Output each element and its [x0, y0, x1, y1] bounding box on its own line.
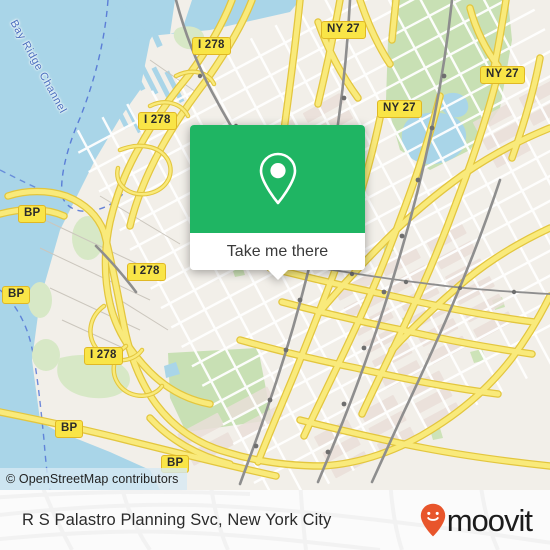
osm-attribution-text: © OpenStreetMap contributors	[6, 472, 179, 486]
highway-shield: BP	[18, 205, 47, 224]
take-me-there-label: Take me there	[226, 242, 329, 260]
popup-header	[190, 125, 365, 233]
popup-pointer-tail	[266, 269, 289, 280]
location-pin-icon	[259, 152, 296, 205]
place-title: R S Palastro Planning Svc, New York City	[22, 510, 332, 529]
highway-shield: I 278	[192, 37, 231, 56]
take-me-there-button[interactable]: Take me there	[190, 233, 365, 270]
highway-shield: BP	[2, 286, 31, 305]
place-popup-card[interactable]: Take me there	[190, 125, 365, 280]
footer-bar: R S Palastro Planning Svc, New York City…	[0, 490, 550, 550]
highway-shield: BP	[55, 420, 84, 439]
osm-attribution[interactable]: © OpenStreetMap contributors	[0, 468, 187, 490]
highway-shield: I 278	[127, 263, 166, 282]
moovit-wordmark: moovit	[446, 502, 533, 538]
highway-shield: I 278	[84, 347, 123, 366]
highway-shield: NY 27	[480, 66, 525, 85]
moovit-smiley-pin-icon	[420, 503, 445, 537]
highway-shield: I 278	[138, 112, 177, 131]
highway-shield: NY 27	[377, 100, 422, 119]
highway-shield: NY 27	[321, 21, 366, 40]
moovit-map-screen: Bay Ridge Channel I 278 I 278 I 278 I 278 NY…	[0, 0, 550, 550]
moovit-logo[interactable]: moovit	[420, 502, 533, 538]
